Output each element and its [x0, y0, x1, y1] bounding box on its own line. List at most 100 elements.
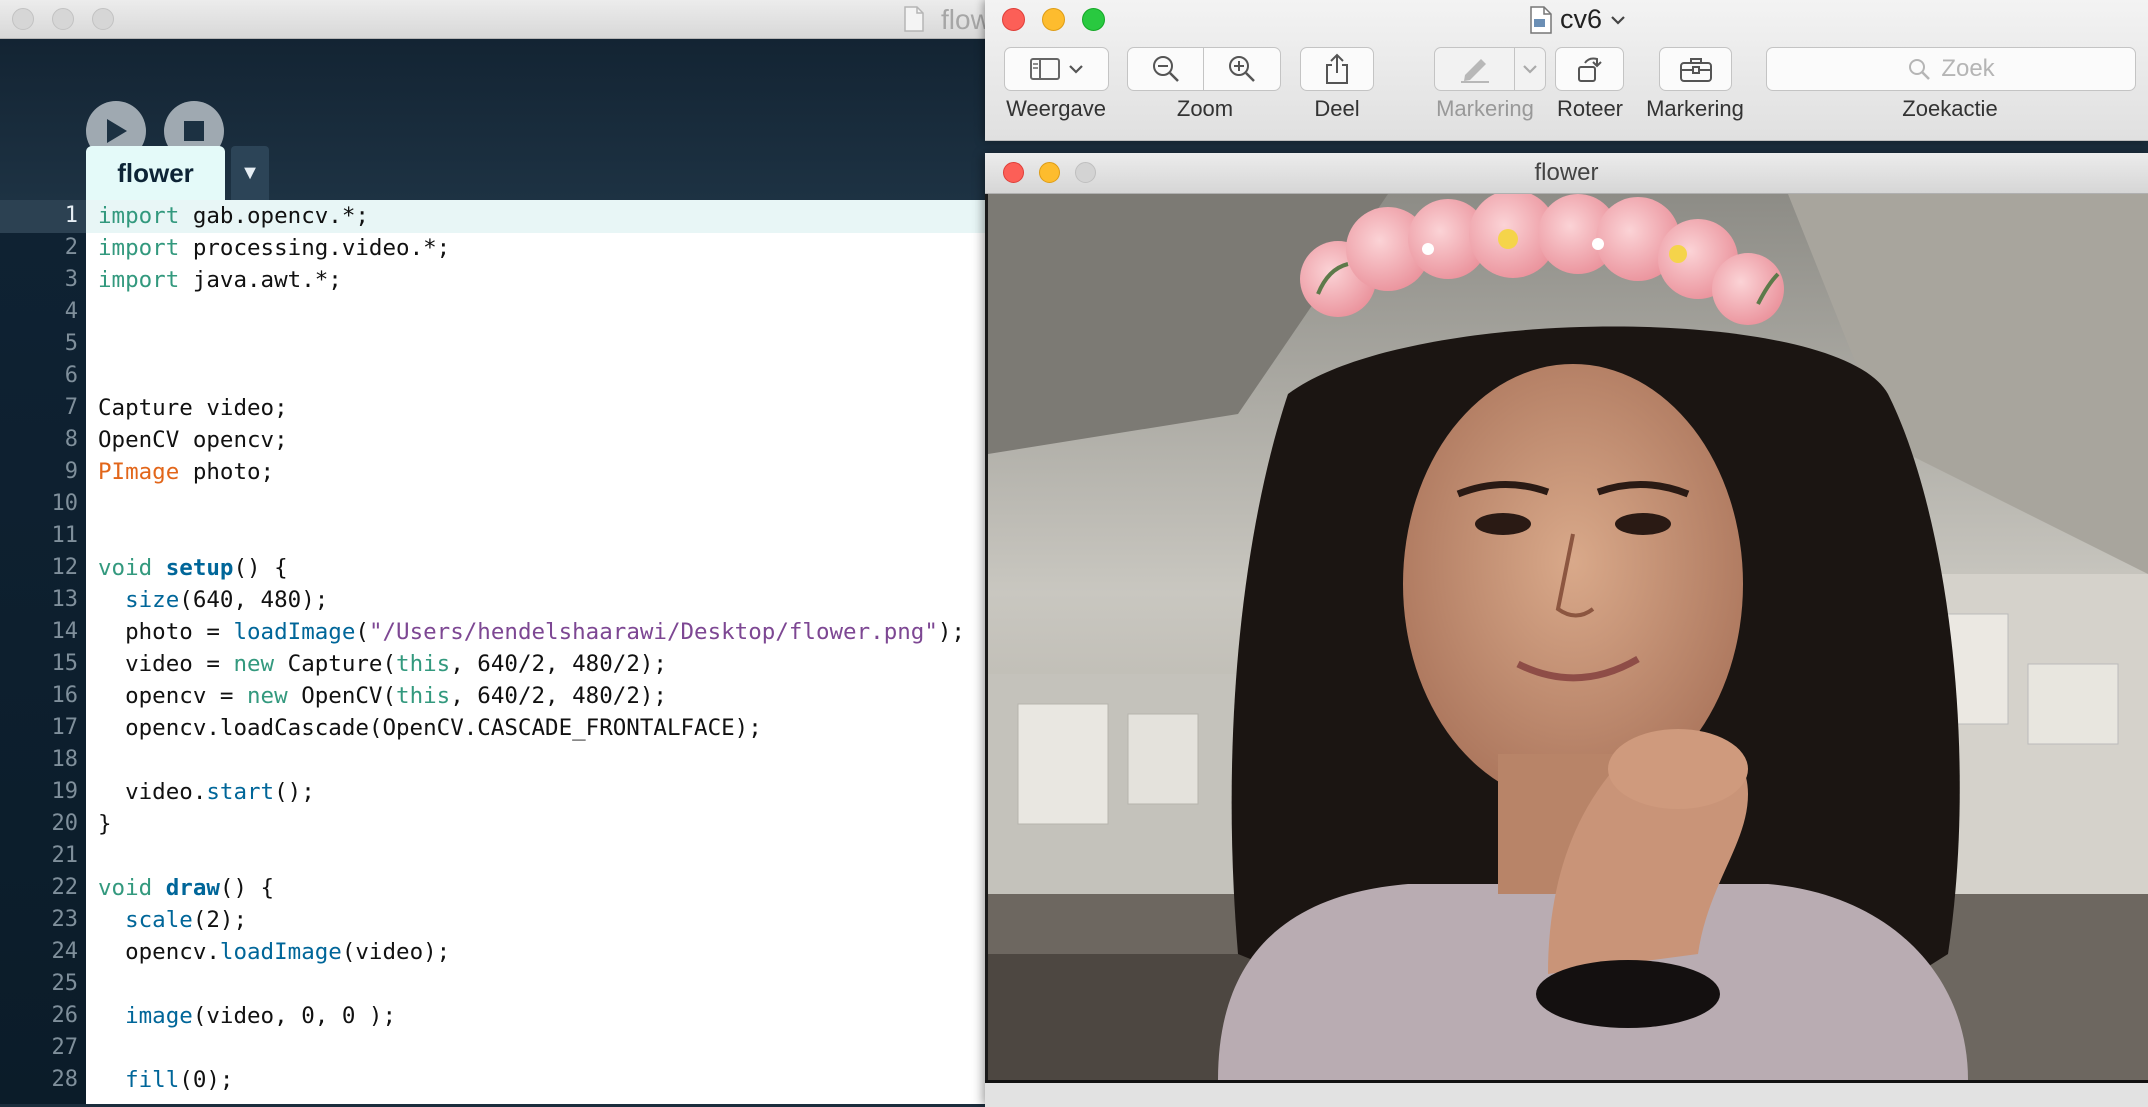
tab-flower[interactable]: flower: [86, 146, 225, 200]
code-line[interactable]: opencv.loadCascade(OpenCV.CASCADE_FRONTA…: [98, 712, 762, 744]
line-number: 7: [64, 395, 78, 420]
code-token: (640, 480);: [179, 587, 329, 613]
line-number: 11: [51, 523, 79, 548]
ide-close-button[interactable]: [12, 8, 34, 30]
markup-menu-button: [1514, 47, 1546, 91]
code-line[interactable]: void draw() {: [98, 872, 274, 904]
code-token: import: [98, 267, 180, 293]
code-token: void: [98, 555, 153, 581]
preview-title-text: cv6: [1560, 4, 1603, 34]
code-line[interactable]: }: [98, 808, 112, 840]
line-number: 22: [51, 875, 79, 900]
tab-menu-button[interactable]: ▼: [231, 146, 269, 200]
code-token: , 640/2, 480/2);: [450, 683, 667, 709]
code-token: setup: [165, 555, 234, 581]
line-number: 3: [64, 267, 78, 292]
code-line[interactable]: fill(0);: [98, 1064, 233, 1096]
code-token: }: [98, 811, 112, 837]
preview-close-button[interactable]: [1002, 8, 1025, 31]
zoom-in-button[interactable]: [1203, 47, 1281, 91]
code-line[interactable]: opencv.loadImage(video);: [98, 936, 450, 968]
code-line[interactable]: void setup() {: [98, 552, 288, 584]
code-line[interactable]: OpenCV opencv;: [98, 424, 288, 456]
line-number: 18: [51, 747, 79, 772]
line-number: 10: [51, 491, 79, 516]
toolbox-icon: [1679, 58, 1712, 82]
code-token: () {: [219, 875, 275, 901]
code-token: this: [396, 683, 451, 709]
sketch-window: flower: [985, 153, 2148, 1107]
code-token: () {: [233, 555, 288, 581]
line-number: 9: [64, 459, 78, 484]
line-number: 6: [64, 363, 78, 388]
code-token: loadImage: [233, 619, 356, 645]
code-token: java.awt.*;: [179, 267, 342, 293]
code-line[interactable]: video.start();: [98, 776, 315, 808]
code-token: processing.video.*;: [179, 235, 451, 261]
sketch-window-bottom: [985, 1080, 2148, 1107]
code-token: scale: [125, 907, 193, 933]
code-token: new: [247, 683, 288, 709]
preview-zoom-button[interactable]: [1082, 8, 1105, 31]
code-line[interactable]: import processing.video.*;: [98, 232, 450, 264]
preview-minimize-button[interactable]: [1042, 8, 1065, 31]
code-token: OpenCV opencv;: [98, 427, 288, 453]
line-number: 1: [64, 203, 78, 228]
line-number: 20: [51, 811, 79, 836]
code-line[interactable]: PImage photo;: [98, 456, 274, 488]
code-token: (: [355, 619, 369, 645]
line-number: 26: [51, 1003, 79, 1028]
view-label: Weergave: [1006, 96, 1106, 121]
search-label: Zoekactie: [1902, 96, 1998, 121]
code-line[interactable]: opencv = new OpenCV(this, 640/2, 480/2);: [98, 680, 667, 712]
zoom-label: Zoom: [1176, 96, 1234, 121]
ide-minimize-button[interactable]: [52, 8, 74, 30]
view-button[interactable]: [1004, 47, 1109, 91]
search-input[interactable]: Zoek: [1766, 47, 2136, 91]
rotate-label: Roteer: [1556, 96, 1624, 121]
share-label: Deel: [1314, 96, 1360, 121]
code-line[interactable]: video = new Capture(this, 640/2, 480/2);: [98, 648, 667, 680]
share-button[interactable]: [1300, 47, 1374, 91]
markup-toolbox-button[interactable]: [1659, 47, 1732, 91]
code-token: import: [98, 203, 180, 229]
code-line[interactable]: photo = loadImage("/Users/hendelshaarawi…: [98, 616, 965, 648]
code-line[interactable]: Capture video;: [98, 392, 288, 424]
line-number: 8: [64, 427, 78, 452]
code-token: (0);: [179, 1067, 234, 1093]
chevron-down-icon: [1523, 65, 1537, 74]
code-line[interactable]: import gab.opencv.*;: [98, 200, 369, 232]
rotate-button[interactable]: [1555, 47, 1624, 91]
code-token: (video, 0, 0 );: [192, 1003, 397, 1029]
pen-icon: [1460, 59, 1489, 83]
code-token: new: [233, 651, 275, 677]
search-placeholder: Zoek: [1941, 55, 1995, 82]
code-token: draw: [165, 875, 220, 901]
chevron-down-icon: [1068, 65, 1083, 74]
code-line[interactable]: image(video, 0, 0 );: [98, 1000, 396, 1032]
zoom-in-icon: [1229, 56, 1255, 82]
code-token: OpenCV(: [287, 683, 397, 709]
line-number: 27: [51, 1035, 79, 1060]
code-token: Capture video;: [98, 395, 288, 421]
code-token: (2);: [192, 907, 248, 933]
markup-disabled-label: Markering: [1436, 96, 1534, 121]
line-number: 2: [64, 235, 78, 260]
zoom-out-button[interactable]: [1127, 47, 1204, 91]
line-number: 12: [51, 555, 79, 580]
preview-title[interactable]: cv6: [1530, 4, 1626, 35]
markup-pen-button: [1434, 47, 1515, 91]
code-line[interactable]: scale(2);: [98, 904, 247, 936]
triangle-down-icon: ▼: [240, 161, 260, 184]
code-line[interactable]: import java.awt.*;: [98, 264, 342, 296]
code-line[interactable]: size(640, 480);: [98, 584, 328, 616]
code-token: (video);: [341, 939, 451, 965]
code-token: );: [937, 619, 965, 645]
code-token: this: [396, 651, 451, 677]
line-number: 13: [51, 587, 79, 612]
ide-zoom-button[interactable]: [92, 8, 114, 30]
line-number: 19: [51, 779, 79, 804]
